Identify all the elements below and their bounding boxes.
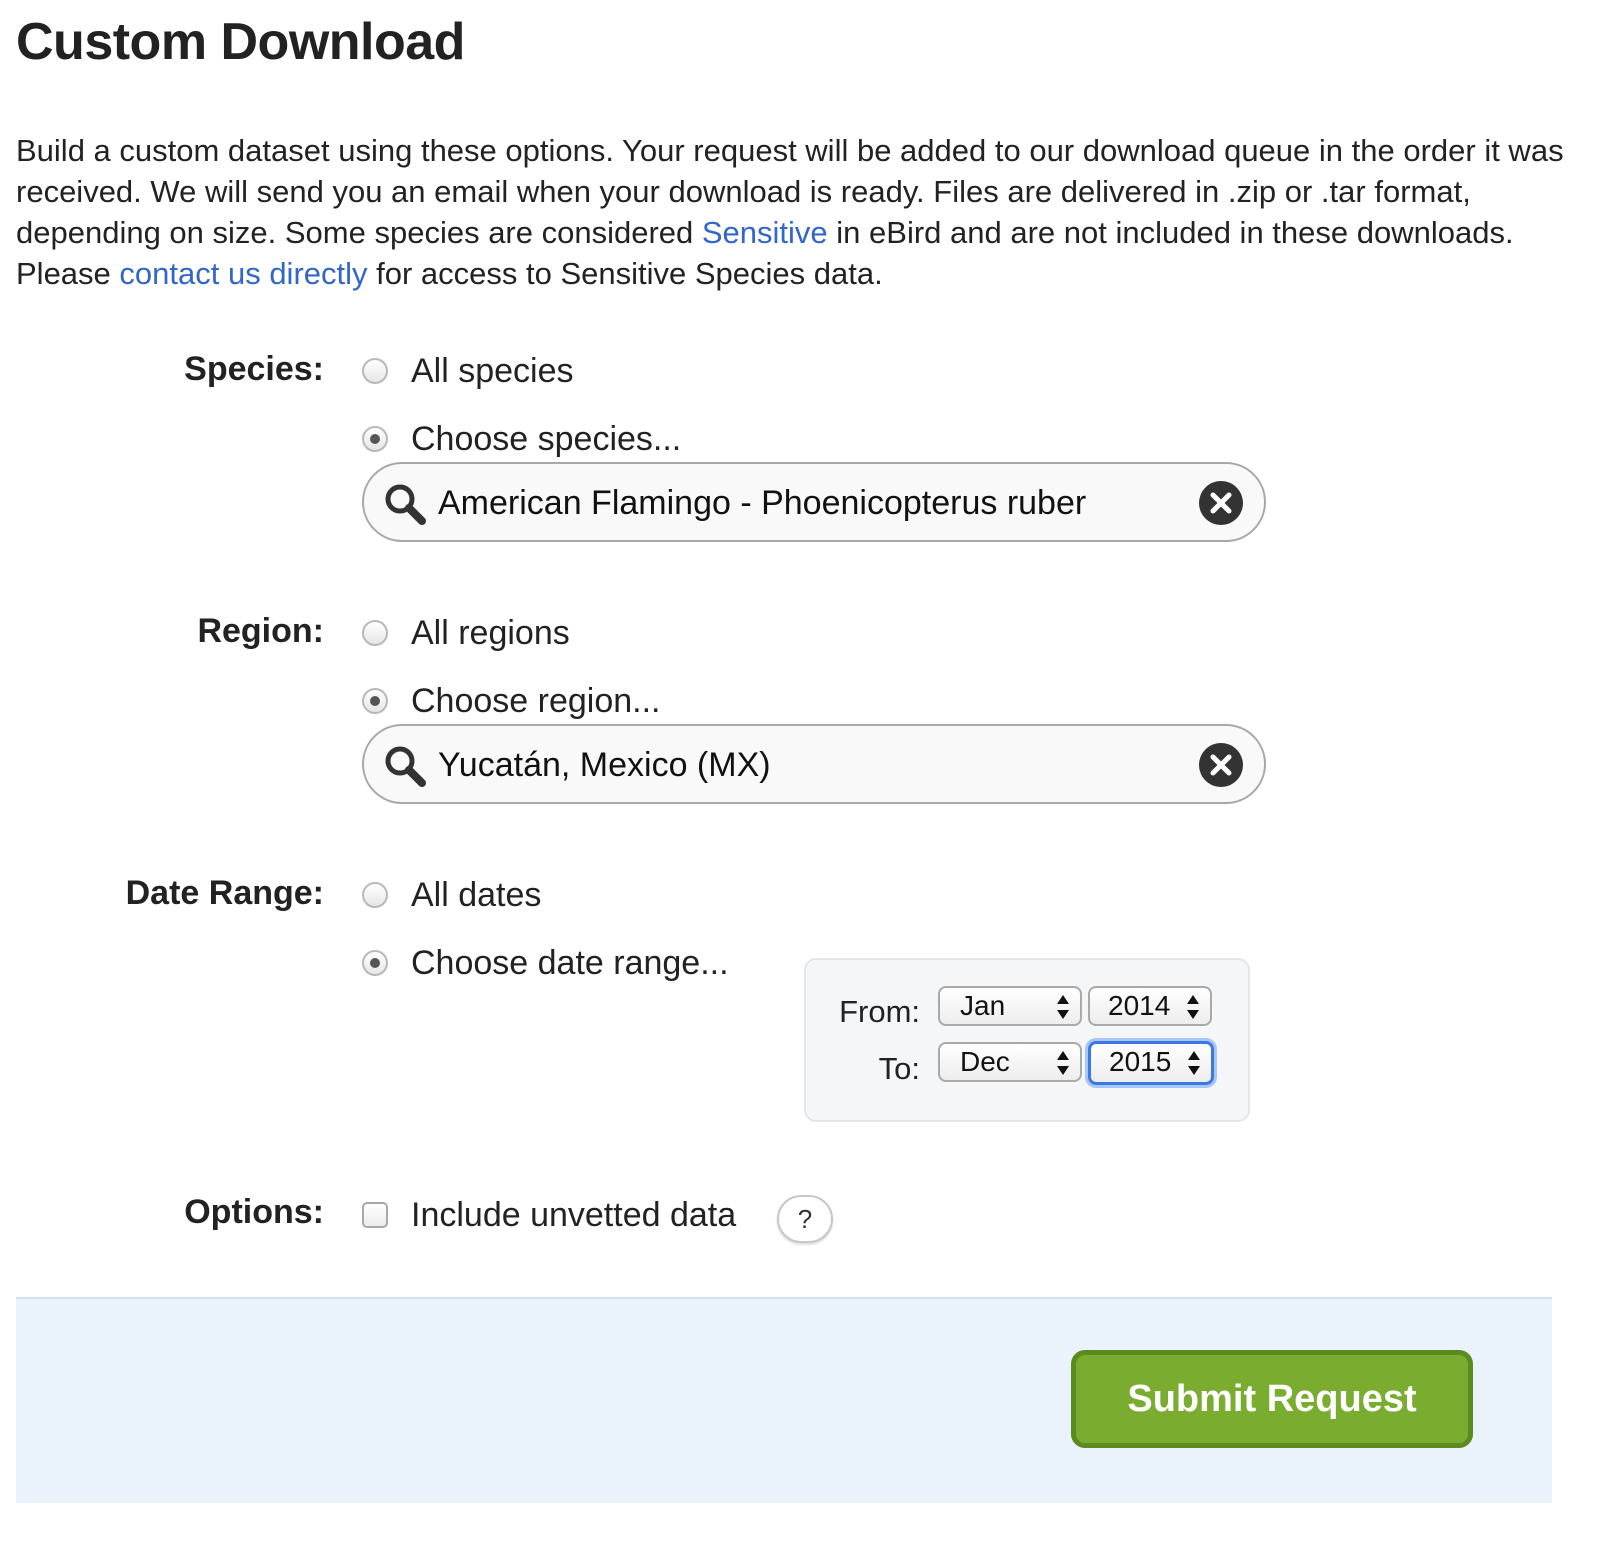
choose-region-label[interactable]: Choose region...: [411, 682, 661, 721]
submit-request-button[interactable]: Submit Request: [1071, 1350, 1473, 1448]
all-species-label[interactable]: All species: [411, 352, 574, 391]
all-regions-label[interactable]: All regions: [411, 614, 570, 653]
select-arrows-icon: [1057, 995, 1069, 1019]
help-button[interactable]: ?: [777, 1195, 833, 1243]
intro-text-3: for access to Sensitive Species data.: [367, 256, 883, 291]
to-year-value: 2015: [1109, 1046, 1172, 1077]
all-species-radio[interactable]: [362, 358, 388, 384]
from-month-value: Jan: [960, 990, 1006, 1021]
custom-download-page: Custom Download Build a custom dataset u…: [0, 0, 1604, 1558]
from-year-value: 2014: [1108, 990, 1171, 1021]
all-regions-radio[interactable]: [362, 620, 388, 646]
include-unvetted-checkbox[interactable]: [362, 1202, 388, 1228]
options-label: Options:: [184, 1193, 324, 1231]
intro-paragraph: Build a custom dataset using these optio…: [16, 130, 1576, 294]
clear-icon[interactable]: [1198, 480, 1244, 526]
select-arrows-icon: [1188, 1051, 1200, 1075]
select-arrows-icon: [1057, 1051, 1069, 1075]
select-arrows-icon: [1187, 995, 1199, 1019]
search-icon: [385, 484, 426, 525]
all-dates-radio[interactable]: [362, 882, 388, 908]
date-range-panel: From: Jan 2014 To: Dec 2015: [804, 958, 1250, 1122]
from-label: From:: [839, 994, 920, 1029]
choose-species-label[interactable]: Choose species...: [411, 420, 681, 459]
to-label: To:: [878, 1051, 920, 1086]
to-month-value: Dec: [960, 1046, 1010, 1077]
choose-date-range-label[interactable]: Choose date range...: [411, 944, 729, 983]
from-year-select[interactable]: 2014: [1088, 986, 1212, 1026]
all-dates-label[interactable]: All dates: [411, 876, 541, 915]
to-month-select[interactable]: Dec: [938, 1042, 1082, 1082]
region-label: Region:: [197, 612, 324, 650]
contact-us-link[interactable]: contact us directly: [119, 256, 367, 291]
page-title: Custom Download: [16, 13, 465, 71]
from-month-select[interactable]: Jan: [938, 986, 1082, 1026]
choose-species-radio[interactable]: [362, 426, 388, 452]
choose-region-radio[interactable]: [362, 688, 388, 714]
region-search-input[interactable]: Yucatán, Mexico (MX): [362, 724, 1266, 804]
clear-icon[interactable]: [1198, 742, 1244, 788]
include-unvetted-label[interactable]: Include unvetted data: [411, 1196, 736, 1235]
to-year-select[interactable]: 2015: [1088, 1041, 1214, 1085]
sensitive-link[interactable]: Sensitive: [702, 215, 828, 250]
species-search-input[interactable]: American Flamingo - Phoenicopterus ruber: [362, 462, 1266, 542]
date-range-label: Date Range:: [125, 874, 324, 912]
search-icon: [385, 746, 426, 787]
region-search-value: Yucatán, Mexico (MX): [438, 746, 771, 784]
species-search-value: American Flamingo - Phoenicopterus ruber: [438, 484, 1087, 522]
species-label: Species:: [184, 350, 324, 388]
choose-date-range-radio[interactable]: [362, 950, 388, 976]
